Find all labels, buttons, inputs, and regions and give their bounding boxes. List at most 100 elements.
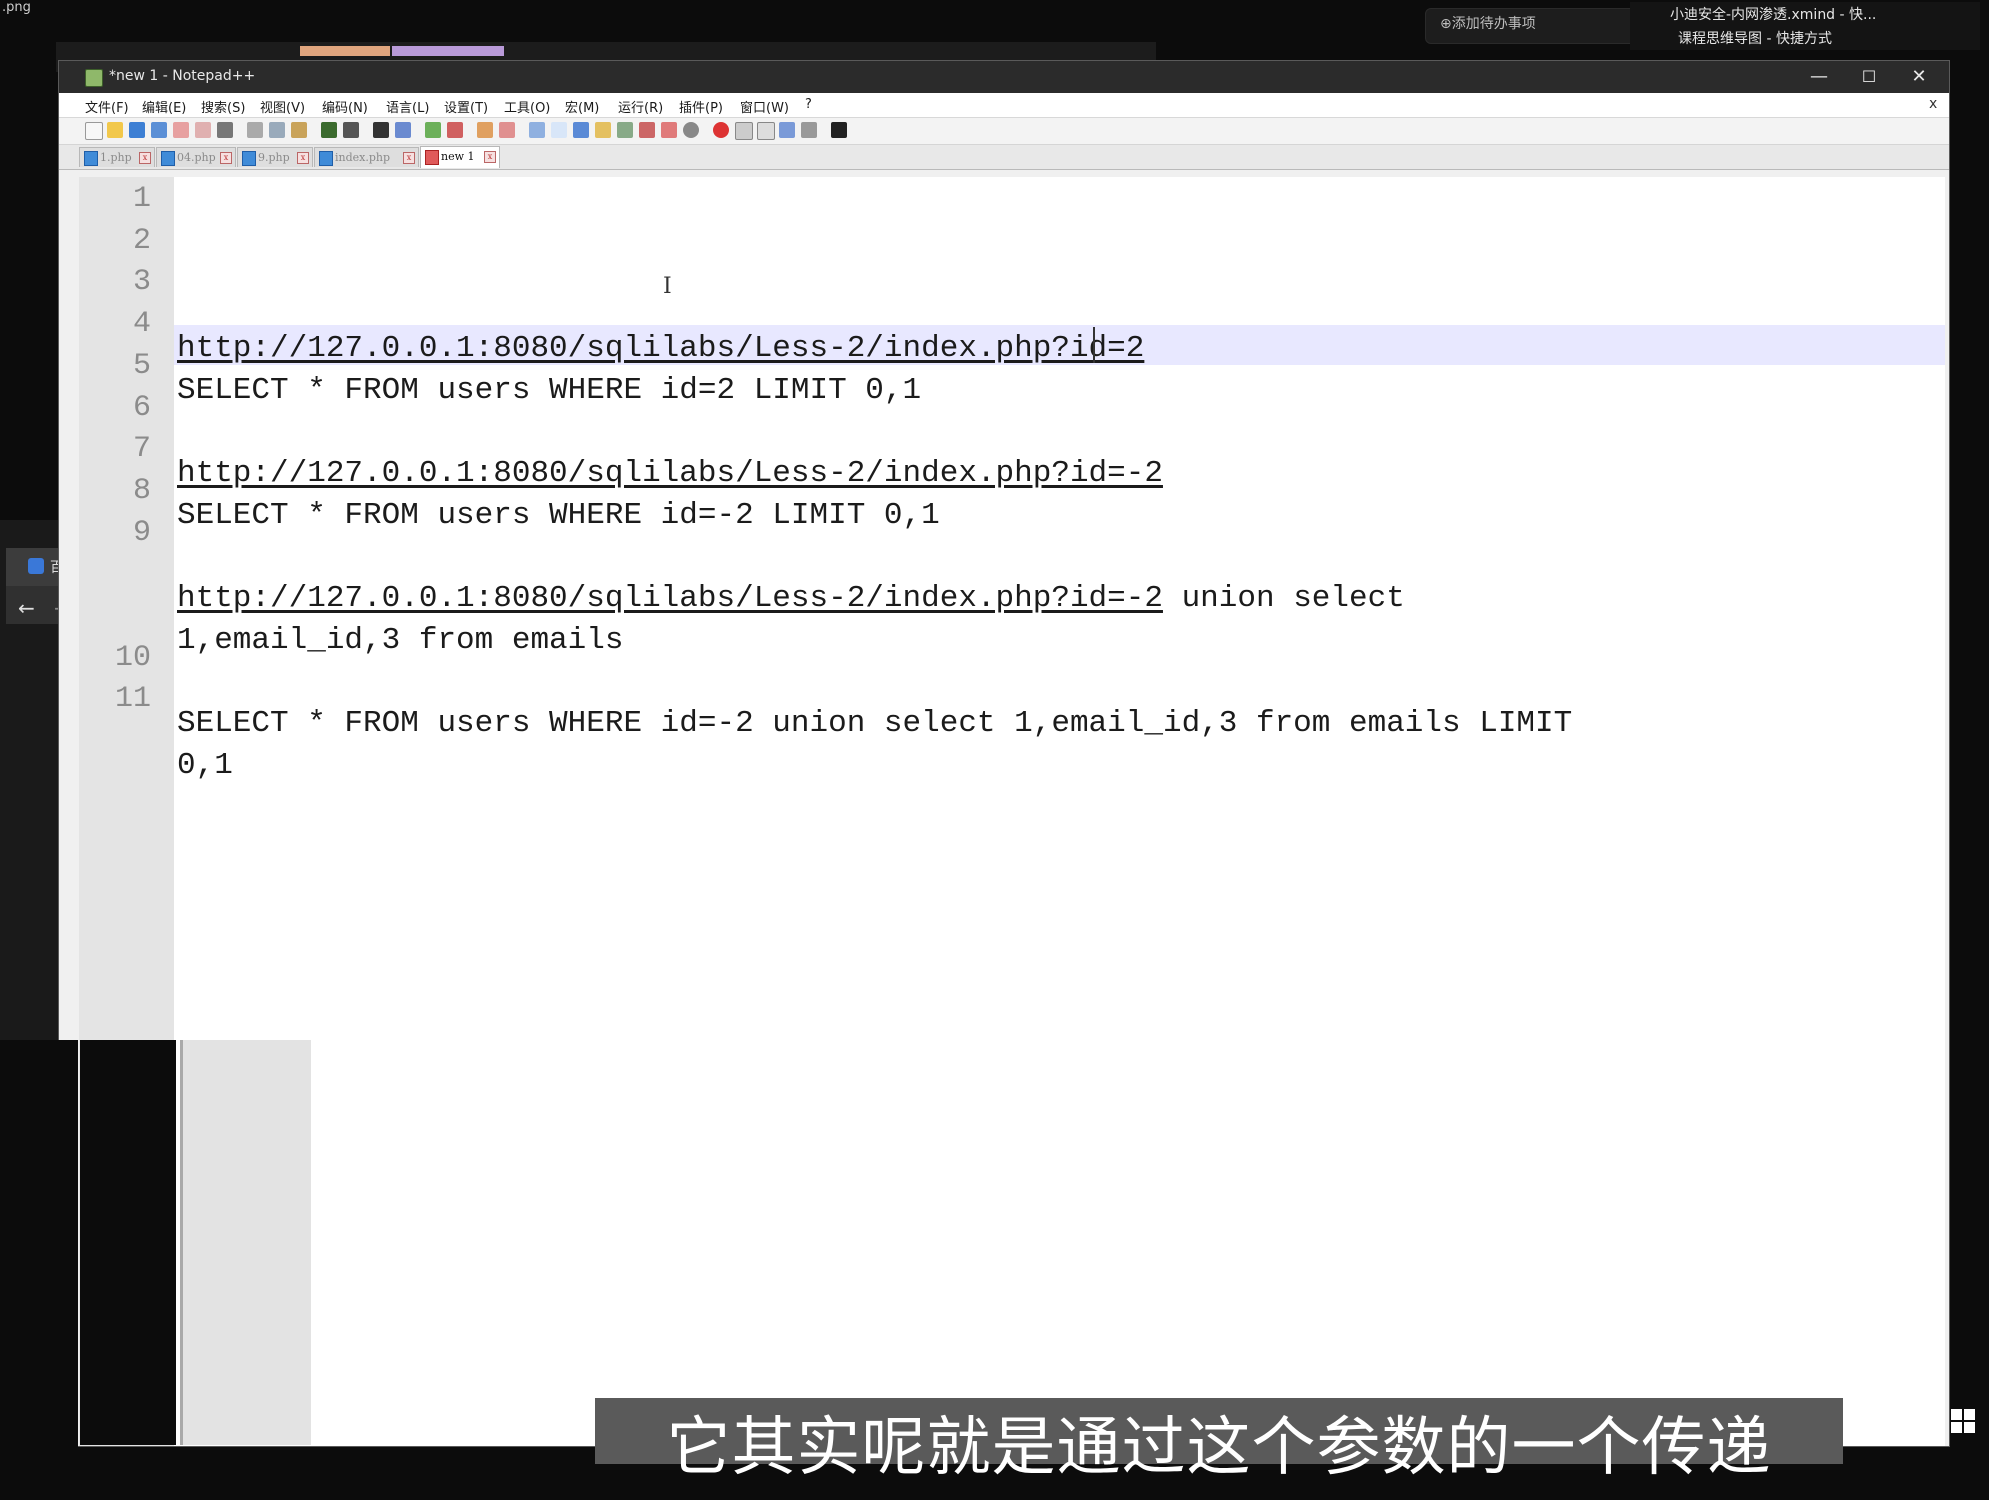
code-line-4: SELECT * FROM users WHERE id=2 LIMIT 0,1 [177,373,922,408]
tab-close-icon[interactable]: x [139,152,151,164]
line-number: 8 [132,474,151,508]
print-icon[interactable] [217,122,233,138]
line-number: 10 [114,641,151,675]
code-line-3: http://127.0.0.1:8080/sqlilabs/Less-2/in… [177,331,1144,366]
minimize-button[interactable]: — [1794,61,1844,93]
line-number: 7 [132,432,151,466]
tab-label: index.php [335,151,391,164]
close-document-icon[interactable]: x [1929,96,1937,112]
save-icon[interactable] [129,122,145,138]
tab-close-icon[interactable]: x [403,152,415,164]
menu-window[interactable]: 窗口(W) [740,97,789,116]
close-all-icon[interactable] [195,122,211,138]
copy-icon[interactable] [269,122,285,138]
undo-icon[interactable] [321,122,337,138]
line-number: 6 [132,391,151,425]
mouse-ibeam-cursor: I [663,274,672,299]
run-macro-multiple-icon[interactable] [779,122,795,138]
tab-close-icon[interactable]: x [297,152,309,164]
text-caret [1093,327,1095,363]
menu-run[interactable]: 运行(R) [618,97,663,116]
menu-plugins[interactable]: 插件(P) [679,97,723,116]
menu-tools[interactable]: 工具(O) [504,97,550,116]
cut-icon[interactable] [247,122,263,138]
code-line-7: SELECT * FROM users WHERE id=-2 LIMIT 0,… [177,498,940,533]
notepadpp-window: *new 1 - Notepad++ — ☐ ✕ 文件(F) 编辑(E) 搜索(… [58,60,1950,1447]
replace-icon[interactable] [395,122,411,138]
file-icon [319,151,333,166]
line-number: 4 [132,307,151,341]
menu-help[interactable]: ? [805,97,812,112]
line-number: 11 [114,682,151,716]
title-bar[interactable]: *new 1 - Notepad++ — ☐ ✕ [59,61,1949,93]
tab-9-php[interactable]: 9.php x [237,147,313,167]
code-text: union select [1162,581,1405,616]
folder-workspace-icon[interactable] [661,122,677,138]
sync-vertical-icon[interactable] [477,122,493,138]
show-all-chars-icon[interactable] [551,122,567,138]
menu-macro[interactable]: 宏(M) [565,97,599,116]
new-file-icon[interactable] [85,122,103,140]
sync-horizontal-icon[interactable] [499,122,515,138]
tab-04-php[interactable]: 04.php x [156,147,236,167]
taskbar-file-subtitle[interactable]: 课程思维导图 - 快捷方式 [1678,28,1832,48]
redo-icon[interactable] [343,122,359,138]
browser-back-icon[interactable]: ← [18,596,35,620]
tab-label: 9.php [258,151,290,164]
menu-search[interactable]: 搜索(S) [201,97,245,116]
url-link[interactable]: http://127.0.0.1:8080/sqlilabs/Less-2/in… [177,456,1163,491]
line-number: 5 [132,349,151,383]
line-number: 9 [132,516,151,550]
add-todo-button[interactable]: ⊕添加待办事项 [1440,13,1536,33]
menu-language[interactable]: 语言(L) [386,97,429,116]
save-all-icon[interactable] [151,122,167,138]
tab-close-icon[interactable]: x [484,151,496,163]
tab-new-1[interactable]: new 1 x [420,146,500,168]
tab-1-php[interactable]: 1.php x [79,147,155,167]
open-file-icon[interactable] [107,122,123,138]
close-button[interactable]: ✕ [1894,61,1944,93]
menu-file[interactable]: 文件(F) [85,97,129,116]
tab-index-php[interactable]: index.php x [314,147,419,167]
stop-macro-icon[interactable] [735,122,753,140]
tab-label: 1.php [100,151,132,164]
file-icon [161,151,175,166]
zoom-in-icon[interactable] [425,122,441,138]
close-file-icon[interactable] [173,122,189,138]
maximize-button[interactable]: ☐ [1844,61,1894,93]
menu-settings[interactable]: 设置(T) [444,97,488,116]
toolbar [59,118,1949,145]
zoom-out-icon[interactable] [447,122,463,138]
find-icon[interactable] [373,122,389,138]
url-link[interactable]: http://127.0.0.1:8080/sqlilabs/Less-2/in… [177,331,1144,366]
url-link[interactable]: http://127.0.0.1:8080/sqlilabs/Less-2/in… [177,581,1163,616]
file-icon [242,151,256,166]
background-window-panel [180,1040,311,1445]
tab-label: 04.php [177,151,216,164]
save-macro-icon[interactable] [801,122,817,138]
code-line-9: http://127.0.0.1:8080/sqlilabs/Less-2/in… [177,581,1405,616]
monitoring-icon[interactable] [683,122,699,138]
editor-pane[interactable]: 1 2 3 4 5 6 7 8 9 10 11 http://127.0.0.1… [79,177,1945,1446]
paste-icon[interactable] [291,122,307,138]
menu-view[interactable]: 视图(V) [260,97,305,116]
console-icon[interactable] [831,122,847,138]
doc-map-icon[interactable] [617,122,633,138]
udl-icon[interactable] [595,122,611,138]
desktop-file-label: .png [2,0,31,15]
line-number: 1 [132,182,151,216]
unsaved-file-icon [425,150,439,165]
indent-guide-icon[interactable] [573,122,589,138]
windows-start-icon[interactable] [1950,1408,1976,1434]
tab-close-icon[interactable]: x [220,152,232,164]
taskbar-file-title[interactable]: 小迪安全-内网渗透.xmind - 快... [1670,4,1876,24]
tab-bar: 1.php x 04.php x 9.php x index.php x new… [59,145,1949,170]
play-macro-icon[interactable] [757,122,775,140]
browser-favicon-icon [28,558,44,574]
function-list-icon[interactable] [639,122,655,138]
menu-encoding[interactable]: 编码(N) [322,97,368,116]
menu-edit[interactable]: 编辑(E) [142,97,186,116]
file-icon [84,151,98,166]
word-wrap-icon[interactable] [529,122,545,138]
record-macro-icon[interactable] [713,122,729,138]
